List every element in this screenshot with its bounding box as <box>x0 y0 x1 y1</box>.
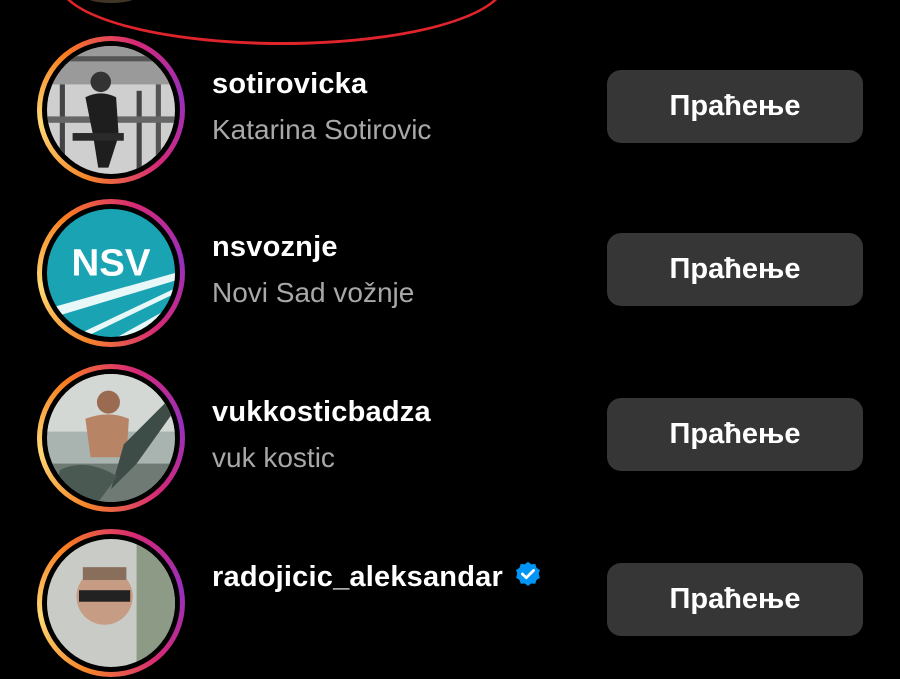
list-item[interactable]: sotirovicka Katarina Sotirovic Праћење <box>0 36 900 186</box>
avatar <box>47 539 175 667</box>
avatar-logo-text: NSV <box>72 242 151 285</box>
profile-photo-icon <box>47 374 175 502</box>
username[interactable]: vukkosticbadza <box>212 396 431 429</box>
full-name: Novi Sad vožnje <box>212 277 415 308</box>
following-button[interactable]: Праћење <box>607 398 863 471</box>
username-text[interactable]: radojicic_aleksandar <box>212 561 503 593</box>
profile-photo-icon <box>47 46 175 174</box>
avatar <box>47 46 175 174</box>
username[interactable]: nsvoznje <box>212 231 338 264</box>
following-list: sotirovicka Katarina Sotirovic Праћење N… <box>0 0 900 677</box>
full-name: vuk kostic <box>212 442 335 473</box>
story-ring[interactable] <box>37 36 185 184</box>
avatar <box>47 374 175 502</box>
following-button[interactable]: Праћење <box>607 233 863 306</box>
list-item[interactable]: radojicic_aleksandar Праћење <box>0 529 900 679</box>
verified-badge-icon <box>516 562 540 587</box>
following-button[interactable]: Праћење <box>607 70 863 143</box>
username[interactable]: radojicic_aleksandar <box>212 561 543 594</box>
story-ring[interactable] <box>37 529 185 677</box>
story-ring[interactable] <box>37 364 185 512</box>
list-item[interactable]: vukkosticbadza vuk kostic Праћење <box>0 364 900 514</box>
story-ring[interactable]: NSV <box>37 199 185 347</box>
profile-photo-icon <box>47 539 175 667</box>
full-name: Katarina Sotirovic <box>212 114 432 145</box>
list-item[interactable]: NSV nsvoznje Novi Sad vožnje Праћење <box>0 199 900 349</box>
nsv-logo-icon: NSV <box>47 209 175 337</box>
avatar: NSV <box>47 209 175 337</box>
username[interactable]: sotirovicka <box>212 68 367 101</box>
